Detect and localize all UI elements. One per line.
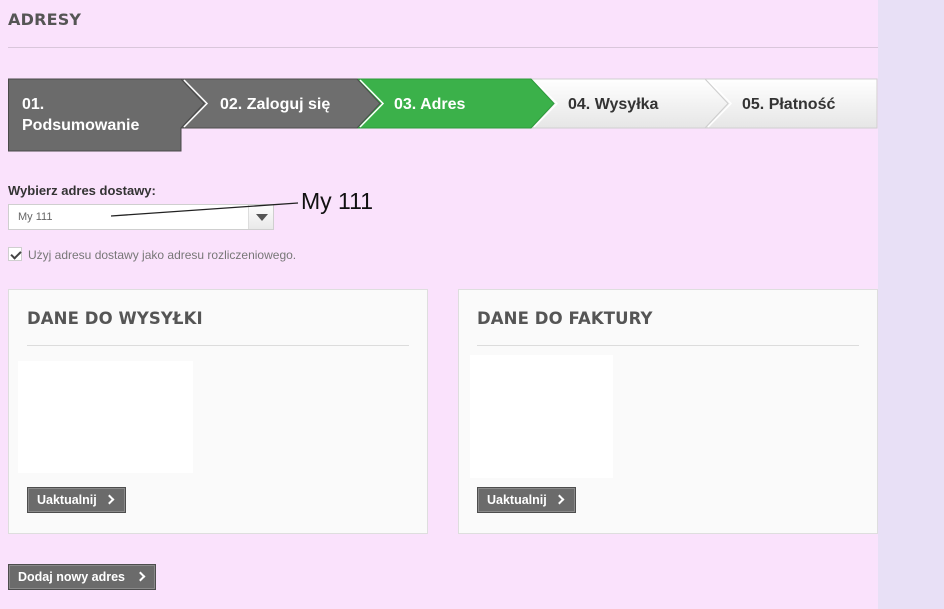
delivery-address-label: Wybierz adres dostawy:	[8, 183, 156, 198]
step-1-label: Podsumowanie	[22, 117, 140, 134]
step-4-label: 04. Wysyłka	[568, 96, 659, 113]
billing-same-label[interactable]: Użyj adresu dostawy jako adresu rozlicze…	[28, 248, 296, 262]
add-new-address-label: Dodaj nowy adres	[18, 570, 125, 584]
step-2-login[interactable]: 02. Zaloguj się	[204, 78, 354, 152]
shipping-address-content	[18, 361, 193, 473]
step-3-address[interactable]: 03. Adres	[380, 78, 530, 152]
step-5-label: 05. Płatność	[742, 96, 836, 113]
step-3-label: 03. Adres	[394, 96, 466, 113]
right-sidebar-area	[878, 0, 944, 609]
invoice-address-content	[470, 355, 613, 478]
chevron-down-icon[interactable]	[248, 205, 273, 229]
invoice-address-panel: DANE DO FAKTURY Uaktualnij	[458, 289, 878, 534]
step-1-number: 01.	[22, 96, 45, 113]
page-title: ADRESY	[8, 10, 82, 29]
invoice-panel-title: DANE DO FAKTURY	[477, 309, 653, 328]
shipping-update-button[interactable]: Uaktualnij	[27, 487, 126, 513]
invoice-update-label: Uaktualnij	[487, 493, 547, 507]
add-new-address-button[interactable]: Dodaj nowy adres	[8, 564, 156, 590]
delivery-address-value: My 111	[18, 211, 53, 223]
shipping-panel-title: DANE DO WYSYŁKI	[27, 309, 203, 328]
invoice-panel-divider	[477, 345, 859, 346]
shipping-panel-divider	[27, 345, 409, 346]
step-2-label: 02. Zaloguj się	[220, 96, 331, 113]
chevron-right-icon	[104, 494, 115, 505]
annotation-text: My 111	[301, 188, 374, 214]
invoice-update-button[interactable]: Uaktualnij	[477, 487, 576, 513]
delivery-address-select[interactable]: My 111	[8, 204, 274, 230]
shipping-address-panel: DANE DO WYSYŁKI Uaktualnij	[8, 289, 428, 534]
chevron-right-icon	[554, 494, 565, 505]
checkout-steps: 01. Podsumowanie 02. Zaloguj się 03. Adr…	[8, 78, 878, 152]
step-5-payment[interactable]: 05. Płatność	[728, 78, 878, 152]
main-content: ADRESY 01. Podsumowanie 02. Zaloguj się …	[0, 0, 878, 609]
shipping-update-label: Uaktualnij	[37, 493, 97, 507]
step-1-summary[interactable]: 01. Podsumowanie	[8, 78, 182, 152]
step-4-shipping[interactable]: 04. Wysyłka	[554, 78, 704, 152]
billing-same-checkbox[interactable]	[8, 247, 22, 261]
title-divider	[8, 47, 878, 48]
chevron-right-icon	[135, 571, 146, 582]
